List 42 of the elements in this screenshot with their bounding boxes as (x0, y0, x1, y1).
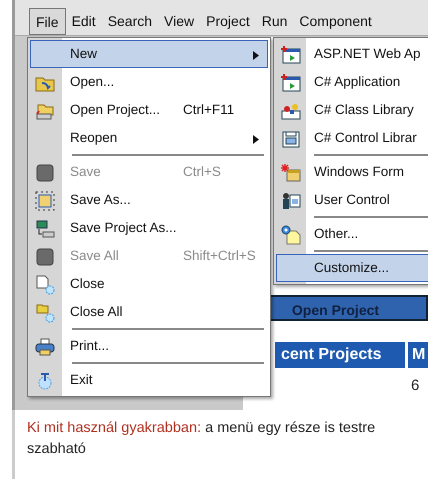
menu-item[interactable]: C# Application (276, 68, 428, 96)
menu-item[interactable]: Customize... (276, 254, 428, 282)
printer-icon (35, 337, 55, 357)
document-icon (281, 225, 301, 245)
menu-item[interactable]: Other... (276, 220, 428, 248)
menu-item[interactable]: Exit (30, 366, 268, 394)
window-icon (281, 45, 301, 65)
menu-item[interactable]: Open Project... Ctrl+F11 (30, 96, 268, 124)
recent-projects-header: cent Projects (275, 342, 405, 368)
column-header: M (408, 342, 428, 368)
menu-item[interactable]: Reopen (30, 124, 268, 152)
window-icon (35, 219, 55, 239)
menu-item[interactable]: Windows Form (276, 158, 428, 186)
menu-bar-item[interactable]: File (29, 8, 66, 35)
menu-item[interactable]: ASP.NET Web Ap (276, 40, 428, 68)
menu-bar-item[interactable]: Search (102, 8, 158, 35)
window-icon (281, 73, 301, 93)
menu-bar-item[interactable]: View (158, 8, 200, 35)
menu-item[interactable]: Save As... (30, 186, 268, 214)
menu-item[interactable]: User Control (276, 186, 428, 214)
shapes-icon (281, 101, 301, 121)
window-icon (281, 129, 301, 149)
document-icon (35, 275, 55, 295)
menu-bar-item[interactable]: Component (293, 8, 378, 35)
menu-bar-item[interactable]: Project (200, 8, 256, 35)
shortcut-text: Ctrl+F11 (183, 100, 234, 119)
menu-item[interactable]: Save Project As... (30, 214, 268, 242)
table-cell-text: 6 (411, 376, 420, 396)
person-icon (281, 191, 301, 211)
menu-item[interactable]: C# Control Librar (276, 124, 428, 152)
menu-item[interactable]: Open... (30, 68, 268, 96)
shortcut-text: Ctrl+S (183, 162, 221, 181)
menu-item[interactable]: Print... (30, 332, 268, 360)
form-icon (281, 163, 301, 183)
folder-icon (35, 303, 55, 323)
menu-bar-item[interactable]: Run (256, 8, 294, 35)
menu-item[interactable]: C# Class Library (276, 96, 428, 124)
caption: Ki mit használ gyakrabban: a menü egy része is testre szabható (12, 410, 428, 479)
menu-item[interactable]: Close (30, 270, 268, 298)
menu-bar-item[interactable]: Edit (66, 8, 102, 35)
shortcut-text: Shift+Ctrl+S (183, 246, 256, 265)
menu-item[interactable]: New (30, 40, 268, 68)
